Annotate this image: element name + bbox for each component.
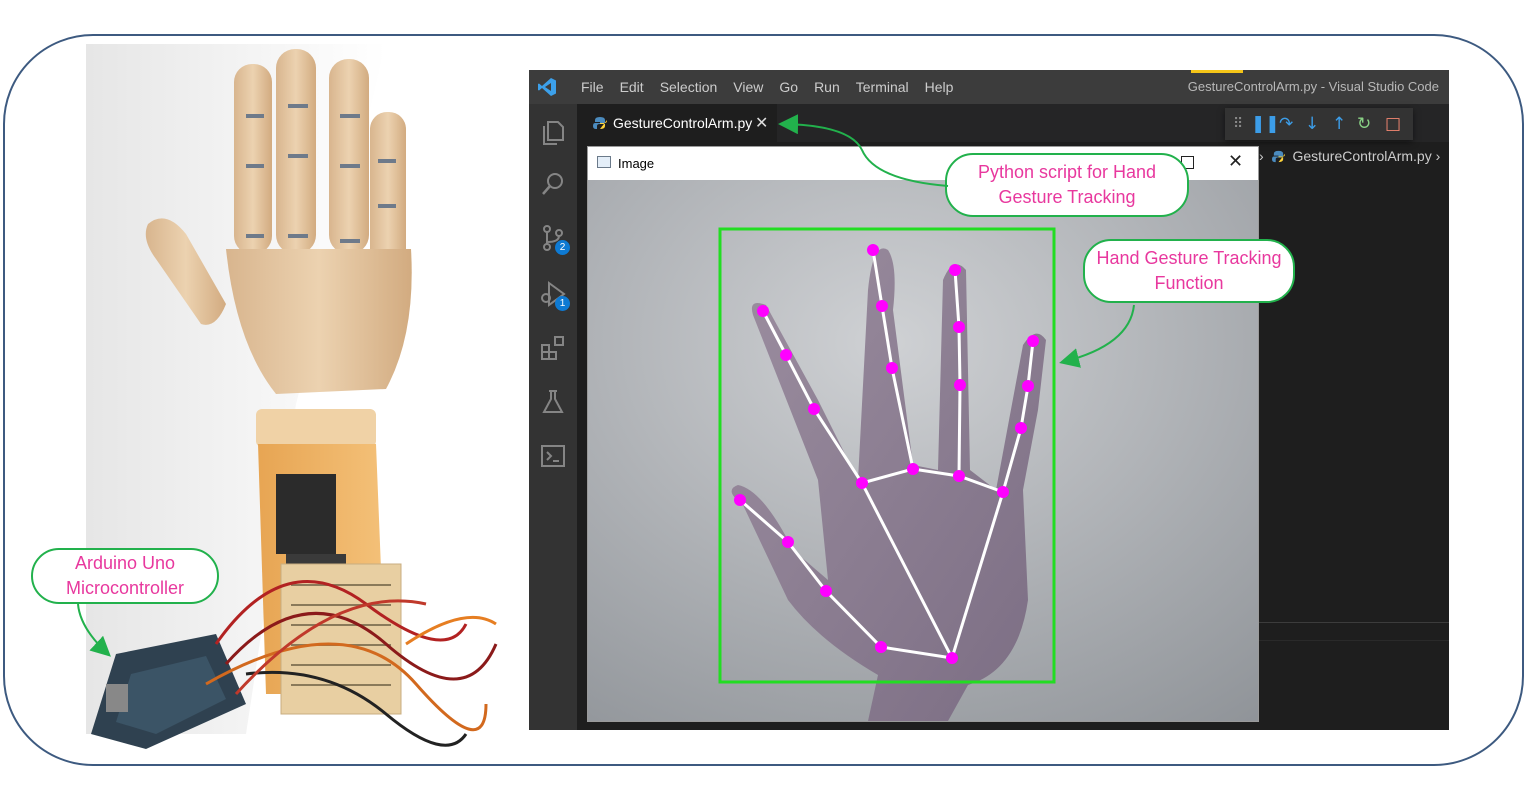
robotic-hand-photo <box>86 44 506 756</box>
grip-icon[interactable]: ⠿ <box>1233 114 1243 134</box>
image-window: Image ✕ <box>587 146 1259 722</box>
breadcrumb-separator: › <box>1435 148 1441 164</box>
pause-icon[interactable]: ❚❚ <box>1251 114 1280 134</box>
source-control-icon[interactable]: 2 <box>539 224 570 255</box>
vscode-titlebar: File Edit Selection View Go Run Terminal… <box>529 70 1449 104</box>
vscode-logo-icon <box>538 78 556 96</box>
run-debug-icon[interactable]: 1 <box>539 280 570 311</box>
menu-help[interactable]: Help <box>917 79 962 95</box>
restart-icon[interactable]: ↻ <box>1357 114 1371 134</box>
menu-view[interactable]: View <box>725 79 771 95</box>
menu-selection[interactable]: Selection <box>652 79 726 95</box>
menu-terminal[interactable]: Terminal <box>848 79 917 95</box>
step-over-icon[interactable]: ↷ <box>1279 114 1293 134</box>
source-control-badge: 2 <box>555 240 570 255</box>
breadcrumb-file[interactable]: GestureControlArm.py <box>1292 148 1431 164</box>
tab-close-icon[interactable]: ✕ <box>755 113 768 133</box>
breadcrumb-separator: › <box>1259 148 1264 164</box>
explorer-icon[interactable] <box>539 118 567 146</box>
terminal-icon[interactable] <box>539 442 567 470</box>
testing-icon[interactable] <box>539 388 567 416</box>
python-file-icon <box>593 117 607 129</box>
step-into-icon[interactable]: ↓ <box>1305 114 1319 134</box>
debug-badge: 1 <box>555 296 570 311</box>
window-app-icon <box>597 156 611 168</box>
window-title: GestureControlArm.py - Visual Studio Cod… <box>1187 79 1439 94</box>
panel-divider <box>1259 622 1449 623</box>
menu-edit[interactable]: Edit <box>612 79 652 95</box>
close-icon[interactable]: ✕ <box>1228 151 1243 172</box>
menu-go[interactable]: Go <box>771 79 806 95</box>
extensions-icon[interactable] <box>539 334 567 362</box>
menu-run[interactable]: Run <box>806 79 848 95</box>
search-icon[interactable] <box>539 170 567 198</box>
stop-icon[interactable]: □ <box>1385 114 1401 134</box>
menu-bar: File Edit Selection View Go Run Terminal… <box>573 70 961 104</box>
callout-hand-tracking: Hand Gesture Tracking Function <box>1083 239 1295 303</box>
tab-label: GestureControlArm.py <box>613 115 753 131</box>
callout-python-script: Python script for Hand Gesture Tracking <box>945 153 1189 217</box>
step-out-icon[interactable]: ↑ <box>1332 114 1346 134</box>
panel-divider <box>1259 640 1449 641</box>
tab-gesturecontrolarm[interactable]: GestureControlArm.py ✕ <box>577 104 777 142</box>
breadcrumb: › GestureControlArm.py › <box>1259 148 1440 168</box>
image-window-title: Image <box>618 156 655 171</box>
menu-file[interactable]: File <box>573 79 612 95</box>
callout-arduino: Arduino Uno Microcontroller <box>31 548 219 604</box>
activity-bar: 2 1 <box>529 104 577 730</box>
python-file-icon <box>1271 150 1285 163</box>
debug-toolbar: ⠿ ❚❚ ↷ ↓ ↑ ↻ □ <box>1225 108 1413 140</box>
